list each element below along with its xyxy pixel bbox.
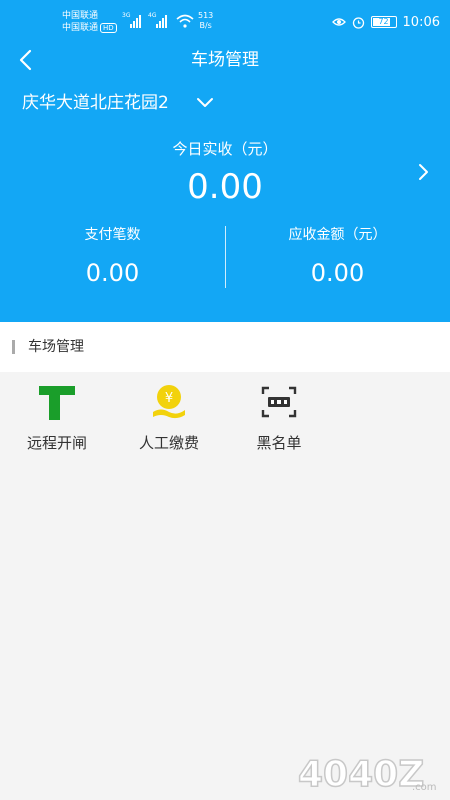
today-received-label: 今日实收（元）	[172, 140, 278, 158]
manual-payment-label: 人工缴费	[138, 434, 199, 452]
carrier-2: 中国联通	[62, 23, 99, 33]
speed-value: 513	[198, 11, 214, 20]
parking-lot-name: 庆华大道北庄花园2	[22, 93, 169, 113]
speed-unit: B/s	[199, 21, 212, 30]
network-type-2: 4G	[148, 12, 157, 19]
blacklist-button[interactable]: 黑名单	[234, 382, 324, 462]
section-marker	[12, 340, 15, 354]
watermark-text: 4040Z	[298, 754, 424, 794]
nav-bar: 车场管理	[0, 44, 450, 76]
remote-gate-label: 远程开闸	[26, 434, 87, 452]
signal-icon: 4G	[148, 12, 170, 28]
remote-gate-button[interactable]: 远程开闸	[12, 382, 102, 462]
status-right: 72 10:06	[331, 12, 440, 32]
carrier-info: 中国联通 中国联通 HD	[62, 10, 117, 34]
watermark-suffix: .com	[412, 782, 437, 793]
payments-count-label: 支付笔数	[84, 227, 141, 243]
status-bar: 中国联通 中国联通 HD 3G 4G 513 B/s 72 10:06	[0, 0, 450, 44]
svg-text:¥: ¥	[165, 391, 173, 406]
section-header: 车场管理	[0, 322, 450, 372]
signal-icon: 3G	[122, 12, 144, 28]
gate-icon	[39, 386, 75, 420]
function-grid: 远程开闸 ¥ 人工缴费 黑名单	[0, 372, 450, 462]
header-panel: 中国联通 中国联通 HD 3G 4G 513 B/s 72 10:06 车场管理…	[0, 0, 450, 322]
eye-icon	[331, 18, 346, 26]
chevron-right-icon[interactable]	[416, 160, 432, 184]
page-title: 车场管理	[191, 50, 259, 70]
blacklist-label: 黑名单	[256, 434, 302, 452]
wifi-icon	[176, 14, 194, 28]
payments-count-stat: 支付笔数 0.00	[0, 224, 225, 288]
hd-badge: HD	[100, 22, 117, 33]
chevron-down-icon	[196, 98, 213, 107]
watermark-logo: 4040Z .com	[297, 753, 437, 794]
battery-level: 72	[378, 17, 389, 26]
receivable-amount-stat: 应收金额（元） 0.00	[225, 224, 450, 288]
battery-icon: 72	[370, 16, 397, 28]
network-type-1: 3G	[122, 12, 131, 19]
coin-hand-icon: ¥	[153, 385, 185, 419]
carrier-1: 中国联通	[62, 11, 99, 21]
plate-scan-icon	[261, 386, 297, 418]
alarm-icon	[352, 16, 364, 29]
receivable-amount-label: 应收金额（元）	[288, 227, 387, 243]
clock: 10:06	[402, 14, 440, 30]
network-speed: 513 B/s	[198, 11, 213, 31]
manual-payment-button[interactable]: ¥ 人工缴费	[124, 382, 214, 462]
receivable-amount-value: 0.00	[310, 259, 365, 287]
parking-lot-selector[interactable]: 庆华大道北庄花园2	[22, 90, 215, 116]
today-received-value: 0.00	[187, 167, 263, 207]
section-title: 车场管理	[28, 339, 84, 355]
payments-count-value: 0.00	[85, 259, 140, 287]
